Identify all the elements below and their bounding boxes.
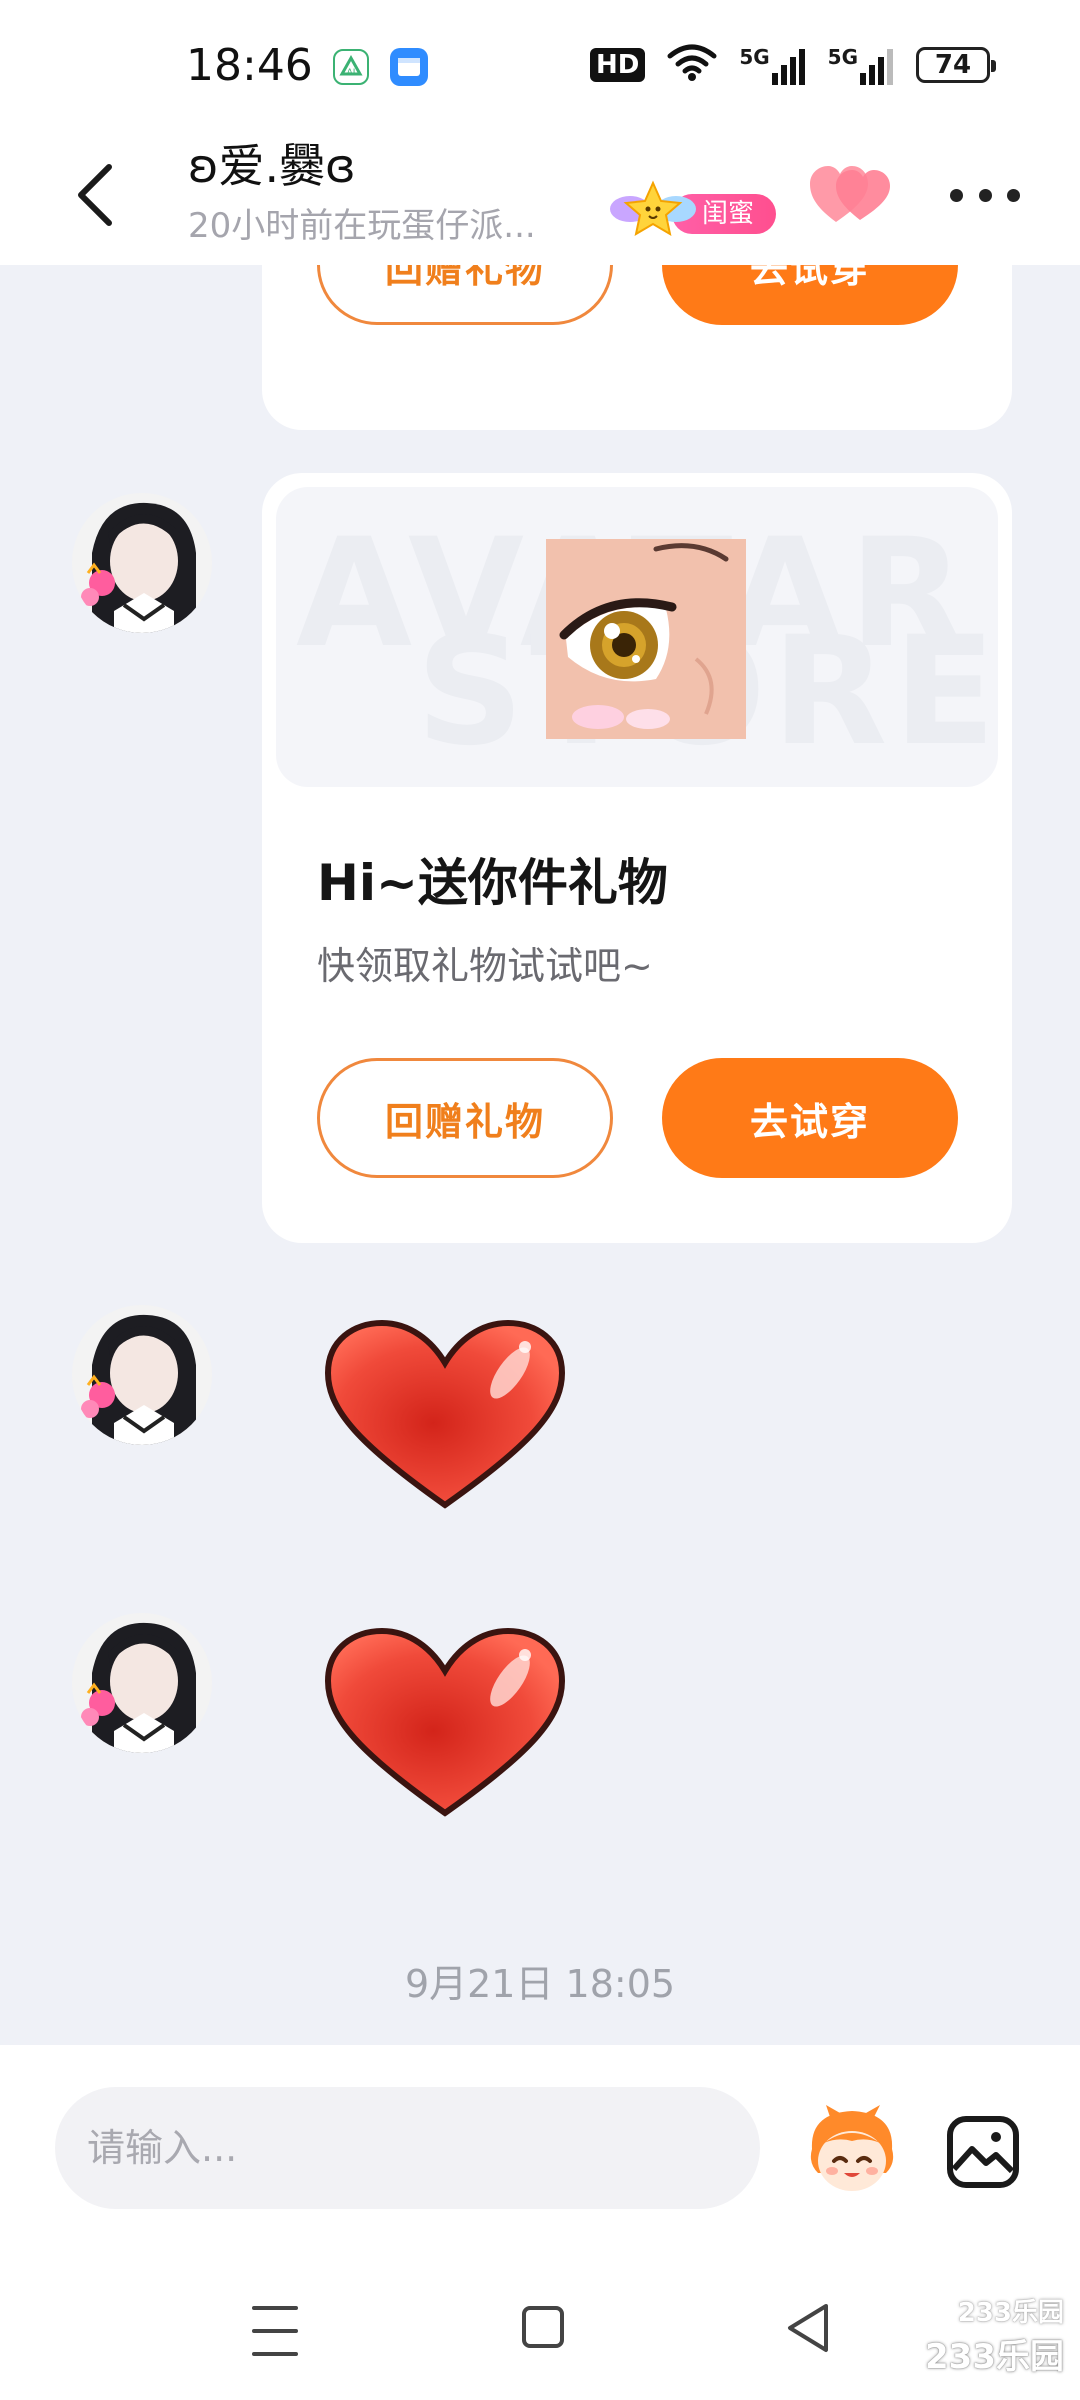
menu-line [252,2352,298,2356]
try-on-button[interactable]: 去试穿 [662,1058,958,1178]
emoji-mascot-icon [810,2105,894,2191]
return-gift-button[interactable]: 回赠礼物 [317,1058,613,1178]
gift-message-card: 回赠礼物 去试穿 [262,265,1012,430]
message-timestamp: 9月21日 18:05 [404,1962,676,2006]
battery-level: 74 [934,50,972,80]
more-button[interactable] [950,170,1020,220]
avatar[interactable] [72,493,212,633]
image-button[interactable] [946,2115,1020,2189]
contact-status: 20小时前在玩蛋仔派... [188,206,536,246]
status-time: 18:46 [186,40,313,91]
home-icon[interactable] [522,2306,564,2348]
files-icon [390,48,428,86]
chat-header: ʚ爱.爨ɞ 20小时前在玩蛋仔派... 闺蜜 [0,130,1080,265]
app-store-icon: AI [332,48,370,86]
wifi-icon [667,44,717,86]
chat-message-list[interactable]: 回赠礼物 去试穿 AVATAR STORE [0,265,1080,2045]
more-dot [950,188,963,202]
more-dot [978,188,992,202]
signal-5g-icon: 5G [828,45,894,85]
back-icon[interactable] [786,2302,830,2354]
back-button[interactable] [60,150,130,240]
gift-card-title: Hi~送你件礼物 [317,854,668,912]
signal-label: 5G [827,45,858,69]
avatar[interactable] [72,1613,212,1753]
system-nav-bar: 233乐园 233乐园 [0,2280,1080,2400]
site-watermark: 233乐园 233乐园 [925,2292,1064,2378]
back-arrow-icon [78,164,112,226]
signal-label: 5G [739,45,770,69]
message-input[interactable] [55,2087,760,2209]
gift-card-description: 快领取礼物试试吧~ [317,944,653,988]
menu-line [252,2329,298,2333]
try-on-button[interactable]: 去试穿 [662,265,958,325]
status-indicators: HD 5G 5G 74 [589,44,996,86]
signal-5g-icon: 5G [739,45,805,85]
more-dot [1007,188,1020,202]
contact-name[interactable]: ʚ爱.爨ɞ [188,130,356,196]
gift-banner: AVATAR STORE [276,487,998,787]
return-gift-button[interactable]: 回赠礼物 [317,265,613,325]
avatar[interactable] [72,1305,212,1445]
emoji-button[interactable] [800,2103,904,2199]
status-bar: 18:46 AI HD 5G 5G 74 [0,0,1080,130]
watermark-top: 233乐园 [957,2298,1064,2328]
star-badge-icon [608,179,698,239]
gift-message-card: AVATAR STORE Hi~送你件礼物 [262,473,1012,1243]
watermark-bottom: 233乐园 [925,2337,1064,2377]
battery-icon: 74 [916,47,996,83]
heart-sticker[interactable] [320,1623,570,1823]
svg-text:AI: AI [347,68,356,78]
image-icon [947,2116,1019,2188]
input-bar [0,2045,1080,2280]
hearts-icon [810,166,890,222]
relation-badge[interactable]: 闺蜜 [608,180,777,237]
menu-line [252,2306,298,2310]
gift-item-image[interactable] [546,539,746,739]
intimacy-button[interactable] [808,160,892,230]
hd-voice-icon: HD [589,48,646,82]
menu-icon[interactable] [252,2306,298,2356]
heart-sticker[interactable] [320,1315,570,1515]
